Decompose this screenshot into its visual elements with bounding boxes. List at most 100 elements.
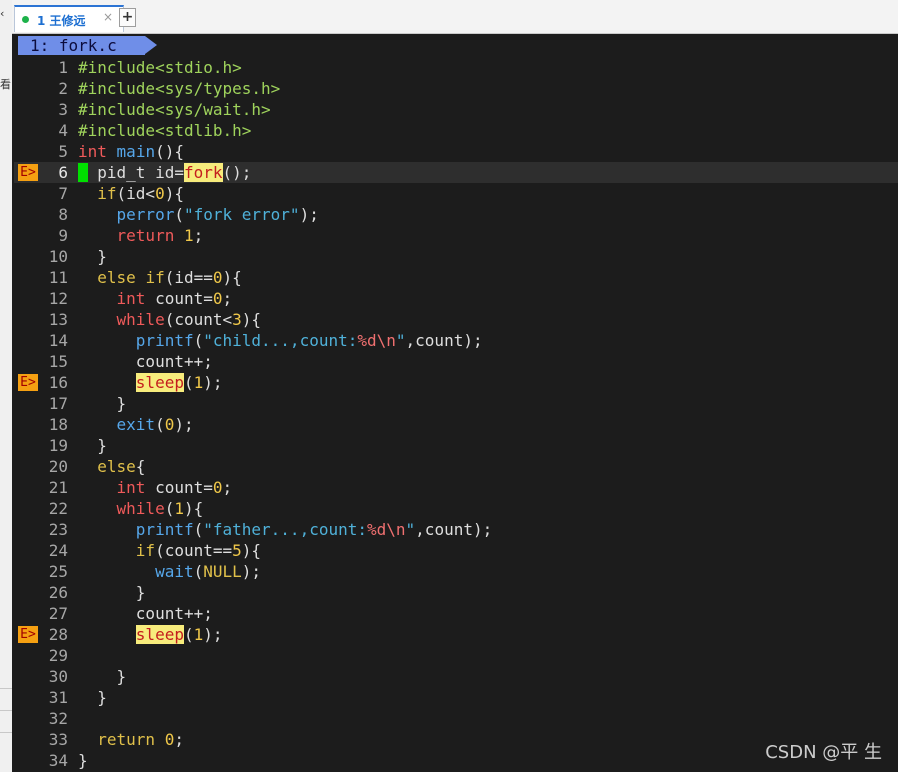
code-token: 1 bbox=[193, 625, 204, 644]
code-token: NULL bbox=[203, 562, 242, 581]
code-line[interactable]: 31 } bbox=[14, 687, 898, 708]
line-number: 11 bbox=[48, 268, 68, 287]
code-token: return bbox=[97, 730, 156, 749]
code-token: } bbox=[78, 583, 146, 602]
code-token: ); bbox=[299, 205, 319, 224]
code-token: sleep bbox=[135, 373, 184, 392]
code-token: } bbox=[78, 688, 107, 707]
code-line[interactable]: 13 while(count<3){ bbox=[14, 309, 898, 330]
line-number: 8 bbox=[58, 205, 68, 224]
code-token: wait bbox=[155, 562, 194, 581]
code-line[interactable]: 20 else{ bbox=[14, 456, 898, 477]
code-line[interactable]: 14 printf("child...,count:%d\n",count); bbox=[14, 330, 898, 351]
line-number: 33 bbox=[48, 730, 68, 749]
line-number: 9 bbox=[58, 226, 68, 245]
code-token: ); bbox=[203, 373, 223, 392]
code-line[interactable]: 25 wait(NULL); bbox=[14, 561, 898, 582]
collapse-arrow-icon[interactable]: ‹ bbox=[0, 7, 4, 20]
code-text: while(1){ bbox=[78, 498, 204, 519]
code-token: ){ bbox=[164, 184, 184, 203]
code-token: if bbox=[97, 184, 117, 203]
code-line[interactable]: 23 printf("father...,count:%d\n",count); bbox=[14, 519, 898, 540]
session-tab[interactable]: 1 王修远 × bbox=[14, 5, 124, 32]
terminal-editor[interactable]: 1: fork.c 1 #include<stdio.h> 2 #include<sy… bbox=[14, 34, 898, 772]
code-line[interactable]: 27 count++; bbox=[14, 603, 898, 624]
code-token: ){ bbox=[183, 499, 204, 518]
code-line[interactable]: 8 perror("fork error"); bbox=[14, 204, 898, 225]
code-line[interactable]: 30 } bbox=[14, 666, 898, 687]
line-number: 18 bbox=[48, 415, 68, 434]
code-line[interactable]: E> 16 sleep(1); bbox=[14, 372, 898, 393]
tab-bar: 1 王修远 × + bbox=[12, 0, 898, 34]
code-line[interactable]: 11 else if(id==0){ bbox=[14, 267, 898, 288]
new-tab-button[interactable]: + bbox=[119, 8, 136, 27]
code-token: while bbox=[116, 310, 165, 329]
code-token: 0 bbox=[164, 730, 175, 749]
code-token: printf bbox=[135, 331, 194, 350]
code-line[interactable]: 18 exit(0); bbox=[14, 414, 898, 435]
code-line[interactable]: 12 int count=0; bbox=[14, 288, 898, 309]
code-line[interactable]: 1 #include<stdio.h> bbox=[14, 57, 898, 78]
code-text: return 1; bbox=[78, 225, 204, 246]
code-token: 5 bbox=[232, 541, 242, 560]
code-token: ){ bbox=[241, 310, 262, 329]
code-token: (); bbox=[222, 163, 252, 182]
code-token: #include<sys/types.h> bbox=[78, 79, 281, 98]
code-token: pid_t id= bbox=[78, 163, 184, 182]
code-line[interactable]: 32 bbox=[14, 708, 898, 729]
code-line[interactable]: 3 #include<sys/wait.h> bbox=[14, 99, 898, 120]
code-token: sleep bbox=[135, 625, 184, 644]
code-line[interactable]: 5 int main(){ bbox=[14, 141, 898, 162]
code-token: ( bbox=[193, 562, 204, 581]
code-token: { bbox=[135, 457, 146, 476]
close-tab-icon[interactable]: × bbox=[103, 10, 113, 24]
code-line[interactable]: 17 } bbox=[14, 393, 898, 414]
code-line[interactable]: 22 while(1){ bbox=[14, 498, 898, 519]
code-line[interactable]: 2 #include<sys/types.h> bbox=[14, 78, 898, 99]
line-number: 20 bbox=[48, 457, 68, 476]
code-text: int main(){ bbox=[78, 141, 184, 162]
code-token: ); bbox=[241, 562, 262, 581]
code-text: while(count<3){ bbox=[78, 309, 262, 330]
error-sign-icon: E> bbox=[18, 374, 38, 391]
code-token: ); bbox=[174, 415, 194, 434]
code-line[interactable]: 19 } bbox=[14, 435, 898, 456]
code-text: exit(0); bbox=[78, 414, 194, 435]
line-number: 29 bbox=[48, 646, 68, 665]
code-line[interactable]: 15 count++; bbox=[14, 351, 898, 372]
code-token: #include<stdio.h> bbox=[78, 58, 242, 77]
code-line[interactable]: 24 if(count==5){ bbox=[14, 540, 898, 561]
line-number: 14 bbox=[48, 331, 68, 350]
code-token: if bbox=[145, 268, 165, 287]
code-token: ( bbox=[164, 499, 175, 518]
line-number: 10 bbox=[48, 247, 68, 266]
code-line[interactable]: 10 } bbox=[14, 246, 898, 267]
code-line[interactable]: 21 int count=0; bbox=[14, 477, 898, 498]
code-line[interactable]: E> 28 sleep(1); bbox=[14, 624, 898, 645]
code-text: else if(id==0){ bbox=[78, 267, 242, 288]
code-token: exit bbox=[116, 415, 156, 434]
line-number: 31 bbox=[48, 688, 68, 707]
code-line[interactable]: 9 return 1; bbox=[14, 225, 898, 246]
code-line[interactable]: 7 if(id<0){ bbox=[14, 183, 898, 204]
line-number: 6 bbox=[58, 163, 68, 182]
code-text: return 0; bbox=[78, 729, 184, 750]
code-line[interactable]: 4 #include<stdlib.h> bbox=[14, 120, 898, 141]
line-number: 15 bbox=[48, 352, 68, 371]
code-text: perror("fork error"); bbox=[78, 204, 319, 225]
line-number: 24 bbox=[48, 541, 68, 560]
code-line[interactable]: E> 6 pid_t id=fork(); bbox=[14, 162, 898, 183]
code-text: } bbox=[78, 582, 146, 603]
code-token: (id< bbox=[116, 184, 156, 203]
line-number: 1 bbox=[58, 58, 68, 77]
code-token: %d\n bbox=[357, 331, 396, 350]
code-line[interactable]: 29 bbox=[14, 645, 898, 666]
code-line[interactable]: 26 } bbox=[14, 582, 898, 603]
